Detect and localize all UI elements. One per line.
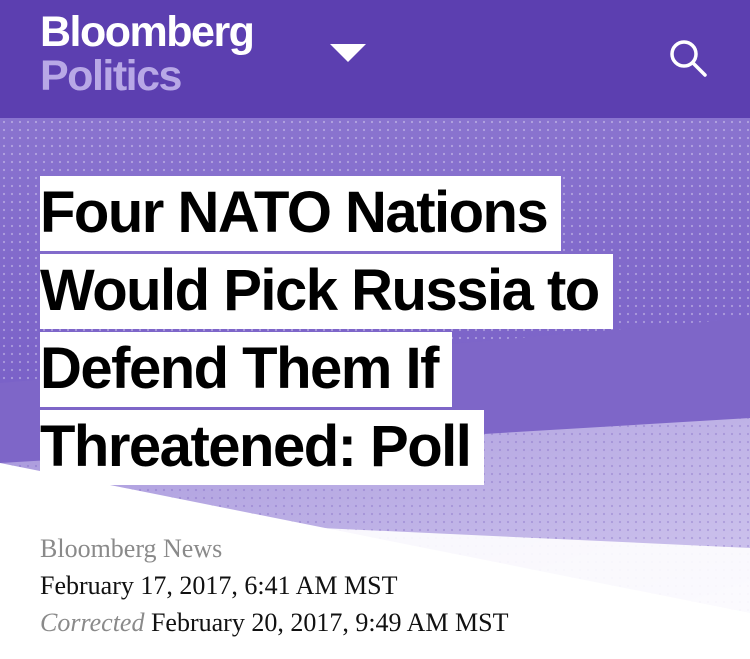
brand-name: Bloomberg xyxy=(40,8,255,56)
search-icon xyxy=(670,40,707,77)
site-header: Bloomberg Politics xyxy=(0,0,750,118)
author-link[interactable]: Bloomberg News xyxy=(40,530,720,567)
chevron-down-icon xyxy=(330,44,366,62)
headline-text: Four NATO Nations Would Pick Russia to D… xyxy=(40,176,613,485)
published-date: February 17, 2017, 6:41 AM MST xyxy=(40,571,398,600)
section-menu-button[interactable] xyxy=(328,40,368,66)
article-byline: Bloomberg News February 17, 2017, 6:41 A… xyxy=(40,530,720,641)
article-hero: Four NATO Nations Would Pick Russia to D… xyxy=(0,118,750,659)
corrected-date: February 20, 2017, 9:49 AM MST xyxy=(150,608,509,637)
section-name: Politics xyxy=(40,52,182,100)
search-button[interactable] xyxy=(664,34,712,82)
corrected-row: Corrected February 20, 2017, 9:49 AM MST xyxy=(40,604,720,641)
brand-logo[interactable]: Bloomberg Politics xyxy=(40,8,255,100)
article-headline: Four NATO Nations Would Pick Russia to D… xyxy=(40,174,680,486)
corrected-label: Corrected xyxy=(40,608,145,637)
